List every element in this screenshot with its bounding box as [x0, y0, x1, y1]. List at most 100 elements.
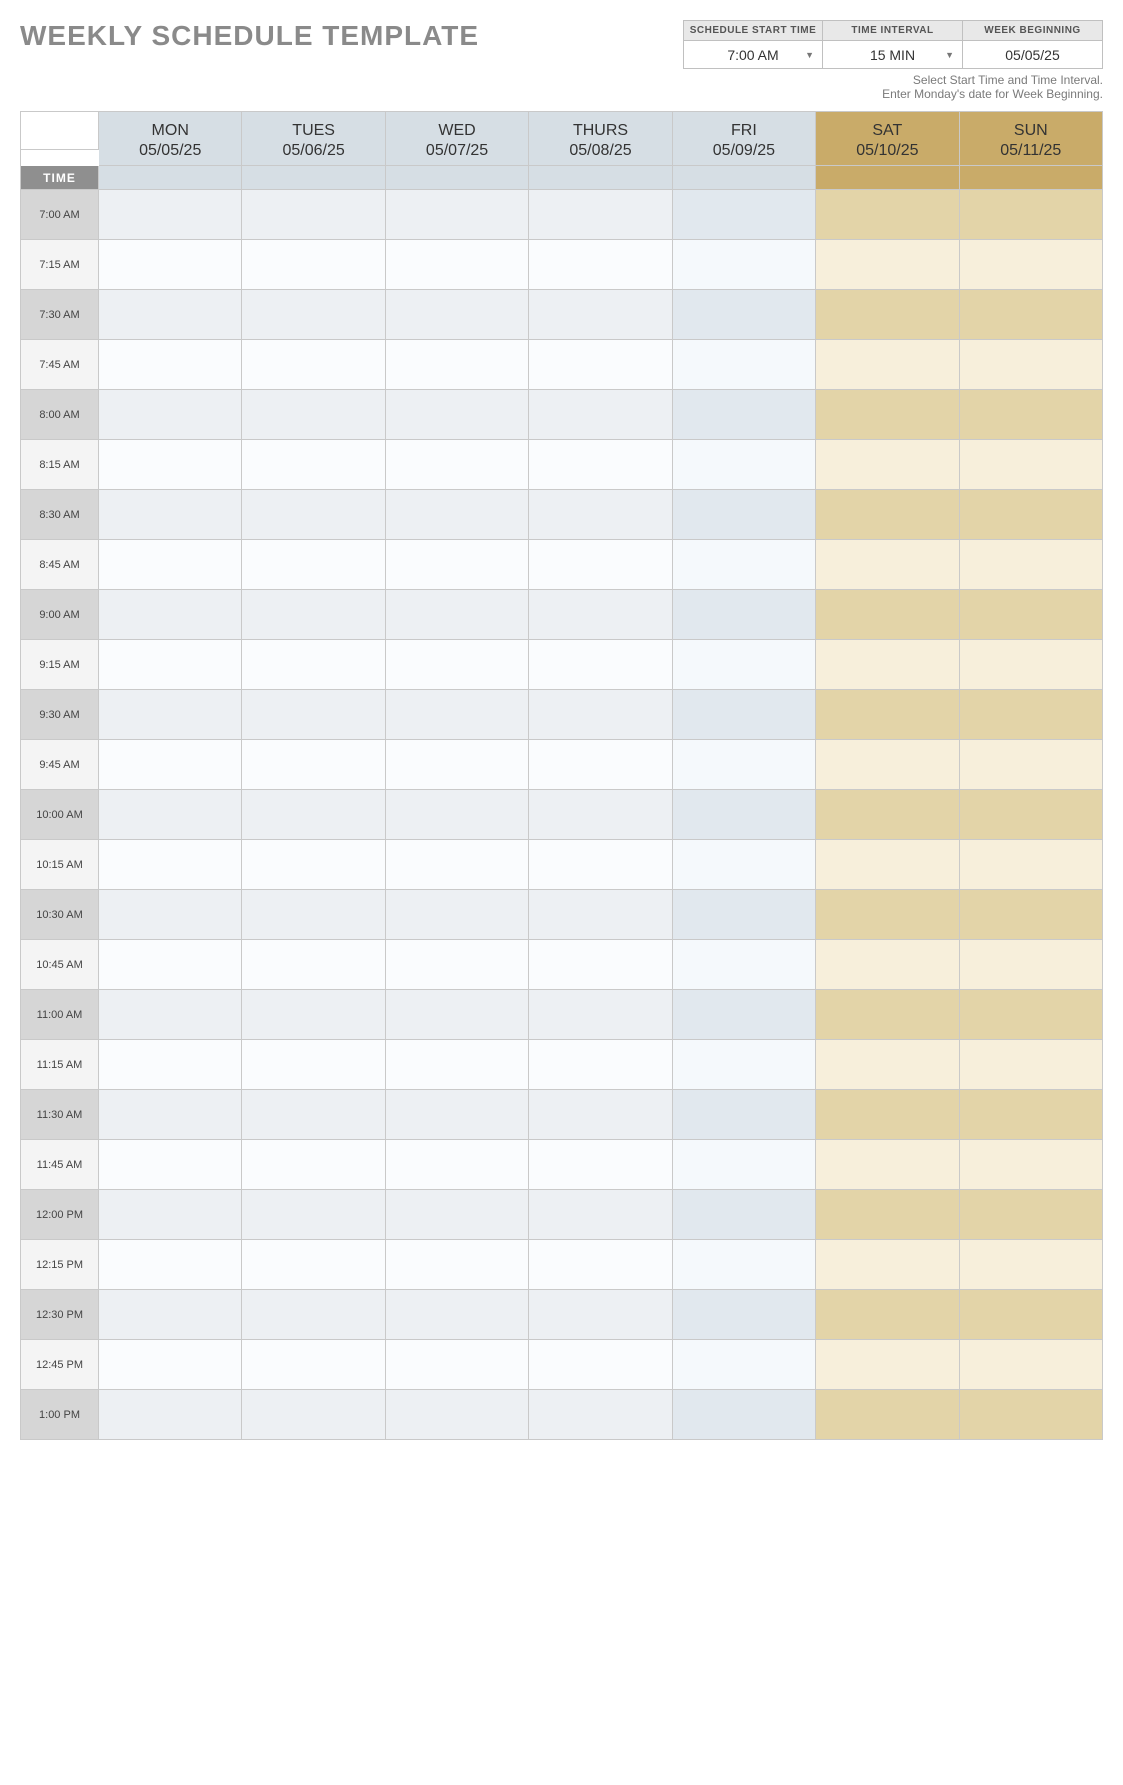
- schedule-cell[interactable]: [816, 740, 959, 790]
- schedule-cell[interactable]: [386, 1040, 529, 1090]
- schedule-cell[interactable]: [386, 640, 529, 690]
- schedule-cell[interactable]: [386, 840, 529, 890]
- schedule-cell[interactable]: [673, 790, 816, 840]
- schedule-cell[interactable]: [673, 490, 816, 540]
- schedule-cell[interactable]: [386, 1390, 529, 1440]
- schedule-cell[interactable]: [673, 690, 816, 740]
- schedule-cell[interactable]: [386, 290, 529, 340]
- schedule-cell[interactable]: [816, 890, 959, 940]
- schedule-cell[interactable]: [960, 790, 1103, 840]
- schedule-cell[interactable]: [529, 590, 672, 640]
- schedule-cell[interactable]: [529, 1190, 672, 1240]
- schedule-cell[interactable]: [960, 1340, 1103, 1390]
- schedule-cell[interactable]: [242, 290, 385, 340]
- schedule-cell[interactable]: [386, 740, 529, 790]
- schedule-cell[interactable]: [529, 1340, 672, 1390]
- schedule-cell[interactable]: [529, 540, 672, 590]
- schedule-cell[interactable]: [673, 540, 816, 590]
- schedule-cell[interactable]: [673, 1090, 816, 1140]
- schedule-cell[interactable]: [816, 640, 959, 690]
- schedule-cell[interactable]: [99, 540, 242, 590]
- schedule-cell[interactable]: [960, 640, 1103, 690]
- schedule-cell[interactable]: [673, 190, 816, 240]
- schedule-cell[interactable]: [386, 240, 529, 290]
- schedule-cell[interactable]: [816, 440, 959, 490]
- schedule-cell[interactable]: [99, 240, 242, 290]
- schedule-cell[interactable]: [242, 1390, 385, 1440]
- schedule-cell[interactable]: [242, 690, 385, 740]
- schedule-cell[interactable]: [242, 990, 385, 1040]
- schedule-cell[interactable]: [242, 440, 385, 490]
- schedule-cell[interactable]: [529, 340, 672, 390]
- schedule-cell[interactable]: [529, 1290, 672, 1340]
- schedule-cell[interactable]: [960, 990, 1103, 1040]
- schedule-cell[interactable]: [960, 890, 1103, 940]
- schedule-cell[interactable]: [673, 890, 816, 940]
- schedule-cell[interactable]: [529, 790, 672, 840]
- schedule-cell[interactable]: [386, 1290, 529, 1340]
- schedule-cell[interactable]: [242, 1040, 385, 1090]
- schedule-cell[interactable]: [386, 1090, 529, 1140]
- schedule-cell[interactable]: [816, 1340, 959, 1390]
- schedule-cell[interactable]: [673, 840, 816, 890]
- schedule-cell[interactable]: [960, 240, 1103, 290]
- schedule-cell[interactable]: [529, 440, 672, 490]
- schedule-cell[interactable]: [816, 1240, 959, 1290]
- schedule-cell[interactable]: [960, 540, 1103, 590]
- schedule-cell[interactable]: [529, 690, 672, 740]
- schedule-cell[interactable]: [673, 1140, 816, 1190]
- schedule-cell[interactable]: [99, 640, 242, 690]
- schedule-cell[interactable]: [816, 1040, 959, 1090]
- schedule-cell[interactable]: [529, 290, 672, 340]
- schedule-cell[interactable]: [960, 1090, 1103, 1140]
- schedule-cell[interactable]: [960, 340, 1103, 390]
- schedule-cell[interactable]: [960, 740, 1103, 790]
- schedule-cell[interactable]: [242, 590, 385, 640]
- schedule-cell[interactable]: [242, 1190, 385, 1240]
- schedule-cell[interactable]: [816, 1090, 959, 1140]
- schedule-cell[interactable]: [529, 1090, 672, 1140]
- schedule-cell[interactable]: [673, 290, 816, 340]
- schedule-cell[interactable]: [673, 940, 816, 990]
- start-time-select[interactable]: 7:00 AM ▼: [683, 41, 823, 69]
- schedule-cell[interactable]: [529, 740, 672, 790]
- schedule-cell[interactable]: [529, 840, 672, 890]
- schedule-cell[interactable]: [242, 490, 385, 540]
- schedule-cell[interactable]: [816, 1140, 959, 1190]
- schedule-cell[interactable]: [673, 640, 816, 690]
- schedule-cell[interactable]: [386, 540, 529, 590]
- schedule-cell[interactable]: [386, 990, 529, 1040]
- schedule-cell[interactable]: [673, 1190, 816, 1240]
- schedule-cell[interactable]: [99, 790, 242, 840]
- schedule-cell[interactable]: [673, 1240, 816, 1290]
- schedule-cell[interactable]: [242, 340, 385, 390]
- schedule-cell[interactable]: [99, 740, 242, 790]
- schedule-cell[interactable]: [960, 1140, 1103, 1190]
- schedule-cell[interactable]: [99, 590, 242, 640]
- schedule-cell[interactable]: [673, 440, 816, 490]
- schedule-cell[interactable]: [960, 490, 1103, 540]
- schedule-cell[interactable]: [99, 1390, 242, 1440]
- schedule-cell[interactable]: [242, 1090, 385, 1140]
- schedule-cell[interactable]: [673, 1040, 816, 1090]
- schedule-cell[interactable]: [960, 840, 1103, 890]
- schedule-cell[interactable]: [960, 290, 1103, 340]
- schedule-cell[interactable]: [960, 940, 1103, 990]
- schedule-cell[interactable]: [386, 590, 529, 640]
- schedule-cell[interactable]: [529, 990, 672, 1040]
- schedule-cell[interactable]: [816, 390, 959, 440]
- schedule-cell[interactable]: [242, 940, 385, 990]
- schedule-cell[interactable]: [816, 840, 959, 890]
- schedule-cell[interactable]: [386, 940, 529, 990]
- schedule-cell[interactable]: [99, 290, 242, 340]
- schedule-cell[interactable]: [242, 240, 385, 290]
- schedule-cell[interactable]: [386, 1190, 529, 1240]
- schedule-cell[interactable]: [242, 1140, 385, 1190]
- schedule-cell[interactable]: [242, 840, 385, 890]
- schedule-cell[interactable]: [386, 790, 529, 840]
- week-beginning-input[interactable]: 05/05/25: [963, 41, 1103, 69]
- schedule-cell[interactable]: [242, 640, 385, 690]
- schedule-cell[interactable]: [529, 1040, 672, 1090]
- schedule-cell[interactable]: [99, 890, 242, 940]
- schedule-cell[interactable]: [386, 1140, 529, 1190]
